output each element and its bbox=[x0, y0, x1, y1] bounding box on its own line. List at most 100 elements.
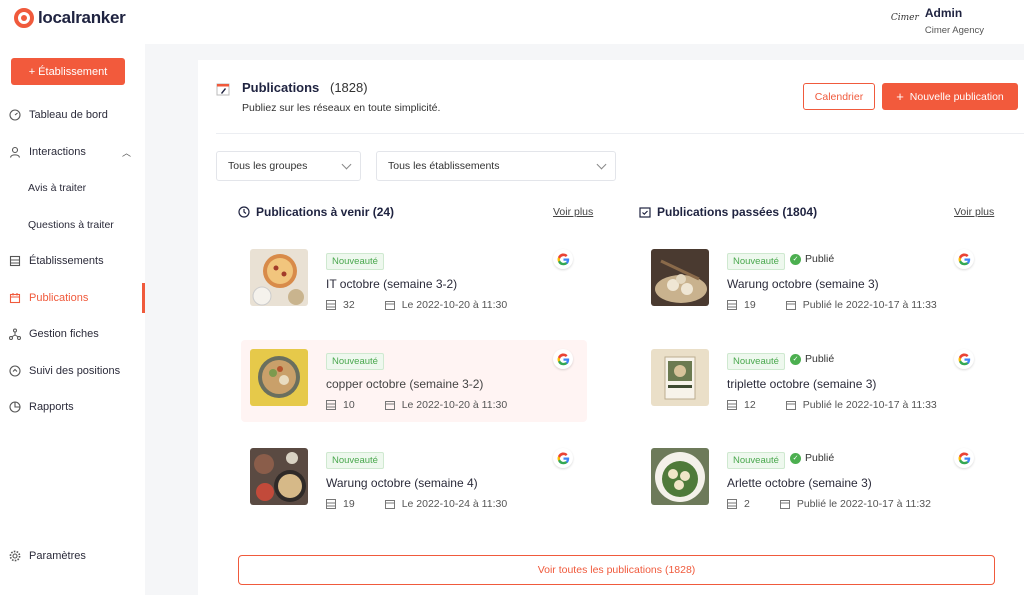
groups-select[interactable]: Tous les groupes bbox=[216, 151, 361, 181]
past-card[interactable]: Nouveauté ✓ Publié Warung octobre (semain… bbox=[642, 240, 988, 322]
establishments-select[interactable]: Tous les établissements bbox=[376, 151, 616, 181]
post-meta: 32 Le 2022-10-20 à 11:30 bbox=[326, 299, 507, 311]
building-icon bbox=[727, 499, 737, 509]
post-thumbnail bbox=[250, 448, 308, 505]
plus-icon: + bbox=[896, 89, 904, 104]
past-card[interactable]: Nouveauté ✓ Publié triplette octobre (sem… bbox=[642, 340, 988, 422]
upcoming-heading: Publications à venir (24) bbox=[238, 205, 394, 219]
user-menu[interactable]: Cimer Admin Cimer Agency bbox=[891, 6, 984, 36]
target-icon bbox=[9, 365, 21, 377]
post-thumbnail bbox=[250, 349, 308, 406]
sidebar-item-establishments[interactable]: Établissements bbox=[0, 249, 145, 273]
sidebar-item-publications[interactable]: Publications bbox=[0, 286, 145, 310]
google-icon bbox=[553, 448, 573, 468]
network-icon bbox=[9, 328, 21, 340]
logo[interactable]: localranker bbox=[14, 8, 126, 28]
sidebar-item-dashboard[interactable]: Tableau de bord bbox=[0, 103, 145, 127]
building-icon bbox=[326, 400, 336, 410]
see-all-publications-button[interactable]: Voir toutes les publications (1828) bbox=[238, 555, 995, 585]
published-status: ✓ Publié bbox=[790, 452, 834, 464]
google-icon bbox=[553, 249, 573, 269]
calendar-icon bbox=[785, 301, 796, 310]
building-icon bbox=[727, 400, 737, 410]
post-title: IT octobre (semaine 3-2) bbox=[326, 277, 458, 291]
post-title: copper octobre (semaine 3-2) bbox=[326, 377, 484, 391]
post-title: Arlette octobre (semaine 3) bbox=[727, 476, 872, 490]
header-divider bbox=[216, 133, 1024, 134]
status-badge: Nouveauté bbox=[727, 253, 785, 270]
active-indicator bbox=[142, 283, 145, 313]
page-subtitle: Publiez sur les réseaux en toute simplic… bbox=[242, 102, 441, 114]
post-thumbnail bbox=[651, 349, 709, 406]
upcoming-card[interactable]: Nouveauté Warung octobre (semaine 4) 19 … bbox=[241, 439, 587, 521]
building-icon bbox=[727, 300, 737, 310]
chevron-up-icon[interactable]: ︿ bbox=[122, 146, 131, 159]
sidebar-item-settings[interactable]: Paramètres bbox=[0, 544, 145, 568]
upcoming-see-more-link[interactable]: Voir plus bbox=[553, 206, 593, 218]
sidebar-item-reports[interactable]: Rapports bbox=[0, 395, 145, 419]
calendar-icon bbox=[779, 500, 790, 509]
top-bar: localranker Cimer Admin Cimer Agency bbox=[0, 0, 1024, 44]
post-meta: 10 Le 2022-10-20 à 11:30 bbox=[326, 399, 507, 411]
sidebar-item-interactions[interactable]: Interactions ︿ bbox=[0, 140, 145, 164]
post-meta: 12 Publié le 2022-10-17 à 11:33 bbox=[727, 399, 937, 411]
sidebar: + Établissement Tableau de bord Interact… bbox=[0, 44, 145, 595]
past-see-more-link[interactable]: Voir plus bbox=[954, 206, 994, 218]
logo-mark-icon bbox=[14, 8, 34, 28]
post-title: Warung octobre (semaine 4) bbox=[326, 476, 478, 490]
calendar-icon bbox=[9, 292, 21, 304]
dashboard-icon bbox=[9, 109, 21, 121]
status-badge: Nouveauté bbox=[326, 353, 384, 370]
agency-logo: Cimer bbox=[890, 13, 919, 23]
google-icon bbox=[954, 349, 974, 369]
check-icon: ✓ bbox=[790, 452, 801, 464]
post-meta: 19 Publié le 2022-10-17 à 11:33 bbox=[727, 299, 937, 311]
chevron-down-icon bbox=[341, 159, 352, 170]
calendar-icon bbox=[384, 500, 395, 509]
building-icon bbox=[326, 499, 336, 509]
status-badge: Nouveauté bbox=[326, 452, 384, 469]
calendar-button[interactable]: Calendrier bbox=[803, 83, 875, 110]
calendar-icon bbox=[384, 301, 395, 310]
gear-icon bbox=[9, 550, 21, 562]
page-title-count: (1828) bbox=[330, 80, 368, 95]
post-title: Warung octobre (semaine 3) bbox=[727, 277, 879, 291]
sidebar-item-rankings[interactable]: Suivi des positions bbox=[0, 359, 145, 383]
post-meta: 19 Le 2022-10-24 à 11:30 bbox=[326, 498, 507, 510]
building-icon bbox=[326, 300, 336, 310]
calendar-icon bbox=[785, 401, 796, 410]
clock-icon bbox=[238, 206, 250, 218]
sidebar-item-questions[interactable]: Questions à traiter bbox=[28, 219, 114, 231]
user-icon bbox=[9, 146, 21, 158]
check-icon: ✓ bbox=[790, 253, 801, 265]
status-badge: Nouveauté bbox=[326, 253, 384, 270]
google-icon bbox=[954, 448, 974, 468]
published-status: ✓ Publié bbox=[790, 253, 834, 265]
building-icon bbox=[9, 255, 21, 267]
add-establishment-button[interactable]: + Établissement bbox=[11, 58, 125, 85]
google-icon bbox=[553, 349, 573, 369]
sidebar-item-listings[interactable]: Gestion fiches bbox=[0, 322, 145, 346]
past-heading: Publications passées (1804) bbox=[639, 205, 817, 219]
published-status: ✓ Publié bbox=[790, 353, 834, 365]
new-publication-button[interactable]: + Nouvelle publication bbox=[882, 83, 1018, 110]
sidebar-item-reviews[interactable]: Avis à traiter bbox=[28, 182, 86, 194]
post-thumbnail bbox=[250, 249, 308, 306]
publications-icon bbox=[216, 83, 230, 96]
user-org: Cimer Agency bbox=[924, 25, 984, 36]
past-card[interactable]: Nouveauté ✓ Publié Arlette octobre (semai… bbox=[642, 439, 988, 521]
status-badge: Nouveauté bbox=[727, 452, 785, 469]
user-name: Admin bbox=[924, 6, 963, 20]
plus-icon: + bbox=[28, 65, 36, 78]
pie-icon bbox=[9, 401, 21, 413]
publications-panel: Publications (1828) Publiez sur les rése… bbox=[198, 60, 1024, 595]
google-icon bbox=[954, 249, 974, 269]
upcoming-card[interactable]: Nouveauté IT octobre (semaine 3-2) 32 Le… bbox=[241, 240, 587, 322]
upcoming-card[interactable]: Nouveauté copper octobre (semaine 3-2) 1… bbox=[241, 340, 587, 422]
post-title: triplette octobre (semaine 3) bbox=[727, 377, 877, 391]
calendar-icon bbox=[384, 401, 395, 410]
logo-text: localranker bbox=[38, 8, 126, 27]
post-meta: 2 Publié le 2022-10-17 à 11:32 bbox=[727, 498, 931, 510]
post-thumbnail bbox=[651, 448, 709, 505]
chevron-down-icon bbox=[596, 159, 607, 170]
